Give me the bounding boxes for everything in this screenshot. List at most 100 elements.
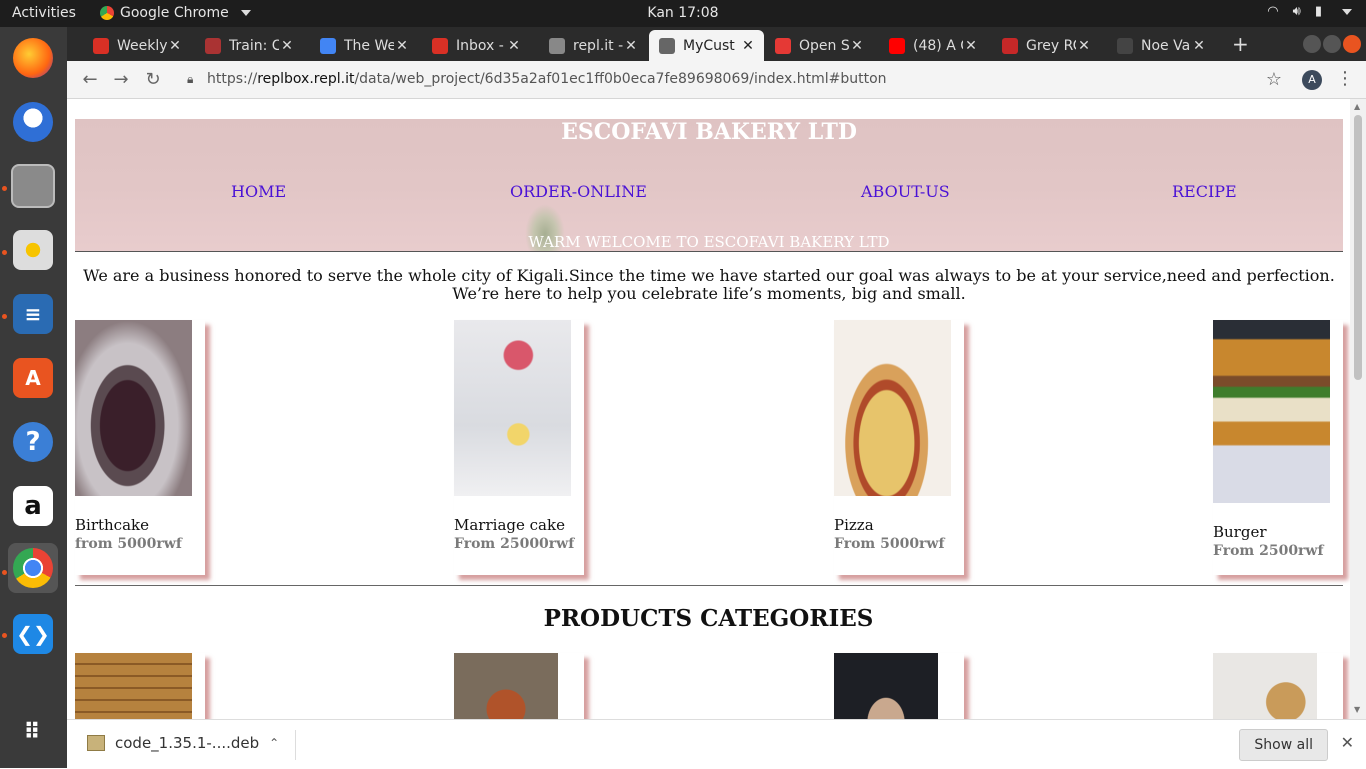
nav-recipe[interactable]: RECIPE xyxy=(1172,182,1237,201)
speaker-icon xyxy=(13,230,53,270)
close-icon[interactable]: ✕ xyxy=(1341,733,1354,752)
tab-close-icon[interactable]: ✕ xyxy=(506,38,522,54)
tab-close-icon[interactable]: ✕ xyxy=(167,38,183,54)
category-card[interactable] xyxy=(1213,653,1343,719)
tab-title: MyCust xyxy=(683,37,735,54)
chrome-menu-icon[interactable]: ⋮ xyxy=(1336,68,1354,89)
profile-avatar[interactable]: A xyxy=(1302,70,1322,90)
tab-close-icon[interactable]: ✕ xyxy=(849,38,865,54)
url-scheme: https:// xyxy=(207,71,258,87)
browser-toolbar: ← → ↻ 🔒︎ https://replbox.repl.it/data/we… xyxy=(67,61,1366,99)
address-bar[interactable]: https://replbox.repl.it/data/web_project… xyxy=(207,71,887,87)
intro-text: We are a business honored to serve the w… xyxy=(75,267,1343,303)
download-bar: code_1.35.1-....deb ⌃ Show all ✕ xyxy=(67,719,1366,769)
activities-button[interactable]: Activities xyxy=(12,5,76,21)
category-image xyxy=(834,653,938,719)
intro-line-1: We are a business honored to serve the w… xyxy=(83,266,1335,285)
close-window-button[interactable] xyxy=(1343,35,1361,53)
page-viewport: ESCOFAVI BAKERY LTD HOME ORDER-ONLINE AB… xyxy=(67,99,1350,719)
software-launcher[interactable]: A xyxy=(8,353,58,403)
tab-close-icon[interactable]: ✕ xyxy=(1076,38,1092,54)
bookmark-star-icon[interactable]: ☆ xyxy=(1266,69,1282,90)
tab-close-icon[interactable]: ✕ xyxy=(963,38,979,54)
status-menu[interactable]: ◠ 🔊︎ ▮ xyxy=(1267,4,1352,19)
product-name: Birthcake xyxy=(75,516,149,534)
writer-launcher[interactable]: ≡ xyxy=(8,289,58,339)
intro-line-2: We’re here to help you celebrate life’s … xyxy=(452,284,966,303)
product-card-marriage-cake[interactable]: Marriage cake From 25000rwf xyxy=(454,320,584,575)
tab[interactable]: Train: C ✕ xyxy=(195,30,303,61)
scroll-up-icon[interactable]: ▲ xyxy=(1354,102,1360,111)
rhythmbox-launcher[interactable] xyxy=(8,225,58,275)
download-item[interactable]: code_1.35.1-....deb ⌃ xyxy=(87,734,279,752)
tab-close-icon[interactable]: ✕ xyxy=(740,38,756,54)
product-card-burger[interactable]: Burger From 2500rwf xyxy=(1213,320,1343,575)
scrollbar-thumb[interactable] xyxy=(1354,115,1362,380)
grid-icon: ⠿ xyxy=(23,719,43,745)
tab-close-icon[interactable]: ✕ xyxy=(623,38,639,54)
nav-home[interactable]: HOME xyxy=(231,182,286,201)
tab[interactable]: Noe Va ✕ xyxy=(1107,30,1215,61)
show-applications-button[interactable]: ⠿ xyxy=(8,707,58,757)
tab[interactable]: Grey RC✕ xyxy=(992,30,1100,61)
welcome-message: WARM WELCOME TO ESCOFAVI BAKERY LTD xyxy=(528,233,890,251)
dock: ≡ A ? a ❮❯ ⠿ xyxy=(0,27,67,768)
tab-title: The We xyxy=(344,37,394,54)
tab[interactable]: Inbox - ✕ xyxy=(422,30,530,61)
minimize-button[interactable] xyxy=(1303,35,1321,53)
tab-title: Noe Va xyxy=(1141,37,1191,54)
product-card-birthcake[interactable]: Birthcake from 5000rwf xyxy=(75,320,205,575)
tab[interactable]: The We ✕ xyxy=(310,30,418,61)
tab[interactable]: (48) A C✕ xyxy=(879,30,987,61)
pizza-image xyxy=(834,320,951,496)
product-card-pizza[interactable]: Pizza From 5000rwf xyxy=(834,320,964,575)
battery-icon: ▮ xyxy=(1314,4,1322,19)
firefox-launcher[interactable] xyxy=(8,33,58,83)
files-launcher[interactable] xyxy=(8,161,58,211)
scroll-down-icon[interactable]: ▼ xyxy=(1354,705,1360,714)
page-scrollbar[interactable]: ▲ ▼ xyxy=(1350,99,1366,719)
new-tab-button[interactable]: + xyxy=(1232,32,1249,56)
back-button[interactable]: ← xyxy=(79,69,101,90)
files-icon xyxy=(11,164,55,208)
forward-button[interactable]: → xyxy=(110,69,132,90)
tab[interactable]: MyCust ✕ xyxy=(649,30,764,61)
category-card[interactable] xyxy=(75,653,205,719)
tab-close-icon[interactable]: ✕ xyxy=(1191,38,1207,54)
chrome-launcher[interactable] xyxy=(8,543,58,593)
tab-title: Weekly xyxy=(117,37,167,54)
nav-about-us[interactable]: ABOUT-US xyxy=(861,182,950,201)
tab-title: Grey RC xyxy=(1026,37,1076,54)
amazon-launcher[interactable]: a xyxy=(8,481,58,531)
tab-favicon-icon xyxy=(1002,37,1018,54)
maximize-button[interactable] xyxy=(1323,35,1341,53)
url-path: /data/web_project/6d35a2af01ec1ff0b0eca7… xyxy=(354,71,887,87)
tab-close-icon[interactable]: ✕ xyxy=(279,38,295,54)
reload-button[interactable]: ↻ xyxy=(142,69,164,90)
tab-favicon-icon xyxy=(320,37,336,54)
vscode-launcher[interactable]: ❮❯ xyxy=(8,609,58,659)
tab[interactable]: repl.it - ✕ xyxy=(539,30,647,61)
app-menu[interactable]: Google Chrome xyxy=(100,5,251,21)
tab[interactable]: Open S ✕ xyxy=(765,30,873,61)
product-price: from 5000rwf xyxy=(75,536,182,552)
help-launcher[interactable]: ? xyxy=(8,417,58,467)
nav-order-online[interactable]: ORDER-ONLINE xyxy=(510,182,647,201)
thunderbird-launcher[interactable] xyxy=(8,97,58,147)
clock[interactable]: Kan 17:08 xyxy=(647,5,718,21)
thunderbird-icon xyxy=(13,102,53,142)
tab[interactable]: Weekly ✕ xyxy=(83,30,191,61)
tab-favicon-icon xyxy=(889,37,905,54)
product-name: Marriage cake xyxy=(454,516,565,534)
chrome-icon xyxy=(100,6,114,20)
category-card[interactable] xyxy=(834,653,964,719)
chevron-up-icon[interactable]: ⌃ xyxy=(269,736,279,750)
firefox-icon xyxy=(13,38,53,78)
tab-favicon-icon xyxy=(205,37,221,54)
show-all-button[interactable]: Show all xyxy=(1239,729,1328,761)
category-card[interactable] xyxy=(454,653,584,719)
tab-favicon-icon xyxy=(432,37,448,54)
tab-title: Inbox - xyxy=(456,37,504,54)
tab-close-icon[interactable]: ✕ xyxy=(394,38,410,54)
category-image xyxy=(454,653,558,719)
